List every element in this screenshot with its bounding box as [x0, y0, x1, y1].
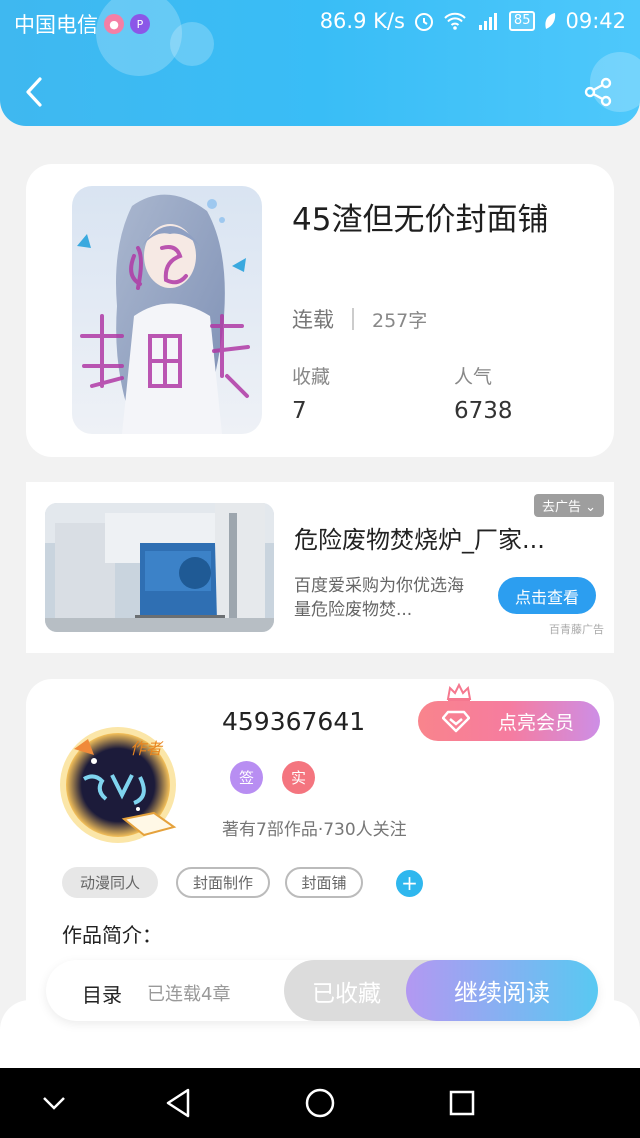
cover-illustration [72, 186, 262, 434]
book-cover-image[interactable] [72, 186, 262, 434]
network-speed: 86.9 K/s [319, 9, 405, 33]
remove-ad-button[interactable]: 去广告 ⌄ [533, 494, 604, 517]
triangle-back-icon [166, 1088, 190, 1118]
vip-activate-button[interactable]: 点亮会员 [418, 701, 600, 741]
tag-anime-fanfic[interactable]: 动漫同人 [62, 867, 158, 898]
ad-view-button[interactable]: 点击查看 [498, 577, 596, 614]
app-notification-icon: ● [104, 14, 124, 34]
popularity-label: 人气 [454, 366, 493, 388]
nav-home-button[interactable] [300, 1083, 340, 1123]
signed-author-badge: 签 [230, 761, 263, 794]
square-recents-icon [449, 1090, 475, 1116]
nav-recents-button[interactable] [442, 1083, 482, 1123]
book-title: 45渣但无价封面铺 [292, 202, 549, 238]
ad-source: 百青藤广告 [549, 623, 604, 636]
book-status-row: 连载 257字 [292, 304, 427, 334]
clock: 09:42 [565, 9, 626, 33]
divider [352, 308, 354, 330]
circle-home-icon [305, 1088, 335, 1118]
crown-icon [446, 683, 472, 702]
ad-image[interactable] [45, 503, 274, 632]
diamond-icon [442, 710, 470, 733]
word-count: 257字 [372, 309, 428, 332]
share-icon [584, 77, 612, 107]
verified-badge: 实 [282, 761, 315, 794]
add-tag-button[interactable]: + [396, 870, 423, 897]
tag-cover-shop[interactable]: 封面铺 [285, 867, 363, 898]
chevron-down-icon [43, 1097, 65, 1110]
author-name: 459367641 [222, 707, 366, 736]
book-info-card: 45渣但无价封面铺 连载 257字 收藏 7 人气 6738 [26, 164, 614, 457]
carrier-name: 中国电信 [14, 13, 98, 37]
remove-ad-label: 去广告 [541, 500, 581, 515]
vip-label: 点亮会员 [497, 711, 574, 734]
leaf-icon [545, 13, 556, 29]
nav-back-button[interactable] [158, 1083, 198, 1123]
share-button[interactable] [576, 70, 620, 114]
favorites-label: 收藏 [292, 366, 331, 388]
battery-level: 85 [508, 11, 536, 31]
toc-label: 目录 [82, 983, 122, 1007]
chevron-left-icon [26, 77, 42, 107]
chevron-down-icon: ⌄ [585, 500, 596, 515]
serial-status: 连载 [292, 308, 334, 332]
reading-action-bar: 目录 已连载4章 已收藏 继续阅读 [46, 960, 598, 1021]
status-bar: 中国电信 ● P 86.9 K/s 85 09:42 [0, 0, 640, 44]
avatar-illustration [60, 727, 177, 843]
tag-cover-making[interactable]: 封面制作 [176, 867, 270, 898]
back-button[interactable] [12, 70, 56, 114]
continue-reading-button[interactable]: 继续阅读 [406, 960, 598, 1021]
author-avatar[interactable] [54, 719, 182, 847]
ad-title: 危险废物焚烧炉_厂家... [294, 526, 545, 554]
toc-button[interactable]: 目录 已连载4章 [46, 960, 276, 1021]
ad-photo [45, 503, 274, 632]
ad-banner[interactable]: 去广告 ⌄ 危险废物焚烧炉_厂家... 百度爱采购为你优选海量危险废物焚... … [26, 482, 614, 653]
app-p-icon: P [130, 14, 150, 34]
author-title-icon: 作者 [130, 739, 163, 758]
book-intro-label: 作品简介： [62, 923, 162, 947]
alarm-icon [414, 13, 433, 31]
signal-icon [478, 13, 497, 30]
ad-description: 百度爱采购为你优选海量危险废物焚... [294, 576, 464, 620]
wifi-icon [444, 12, 466, 30]
author-stats: 著有7部作品·730人关注 [222, 820, 407, 840]
favorites-value: 7 [292, 398, 307, 424]
header-bar: 中国电信 ● P 86.9 K/s 85 09:42 [0, 0, 640, 126]
hide-nav-button[interactable] [34, 1083, 74, 1123]
system-navigation-bar [0, 1068, 640, 1138]
popularity-value: 6738 [454, 398, 513, 424]
chapter-count: 已连载4章 [147, 984, 231, 1005]
